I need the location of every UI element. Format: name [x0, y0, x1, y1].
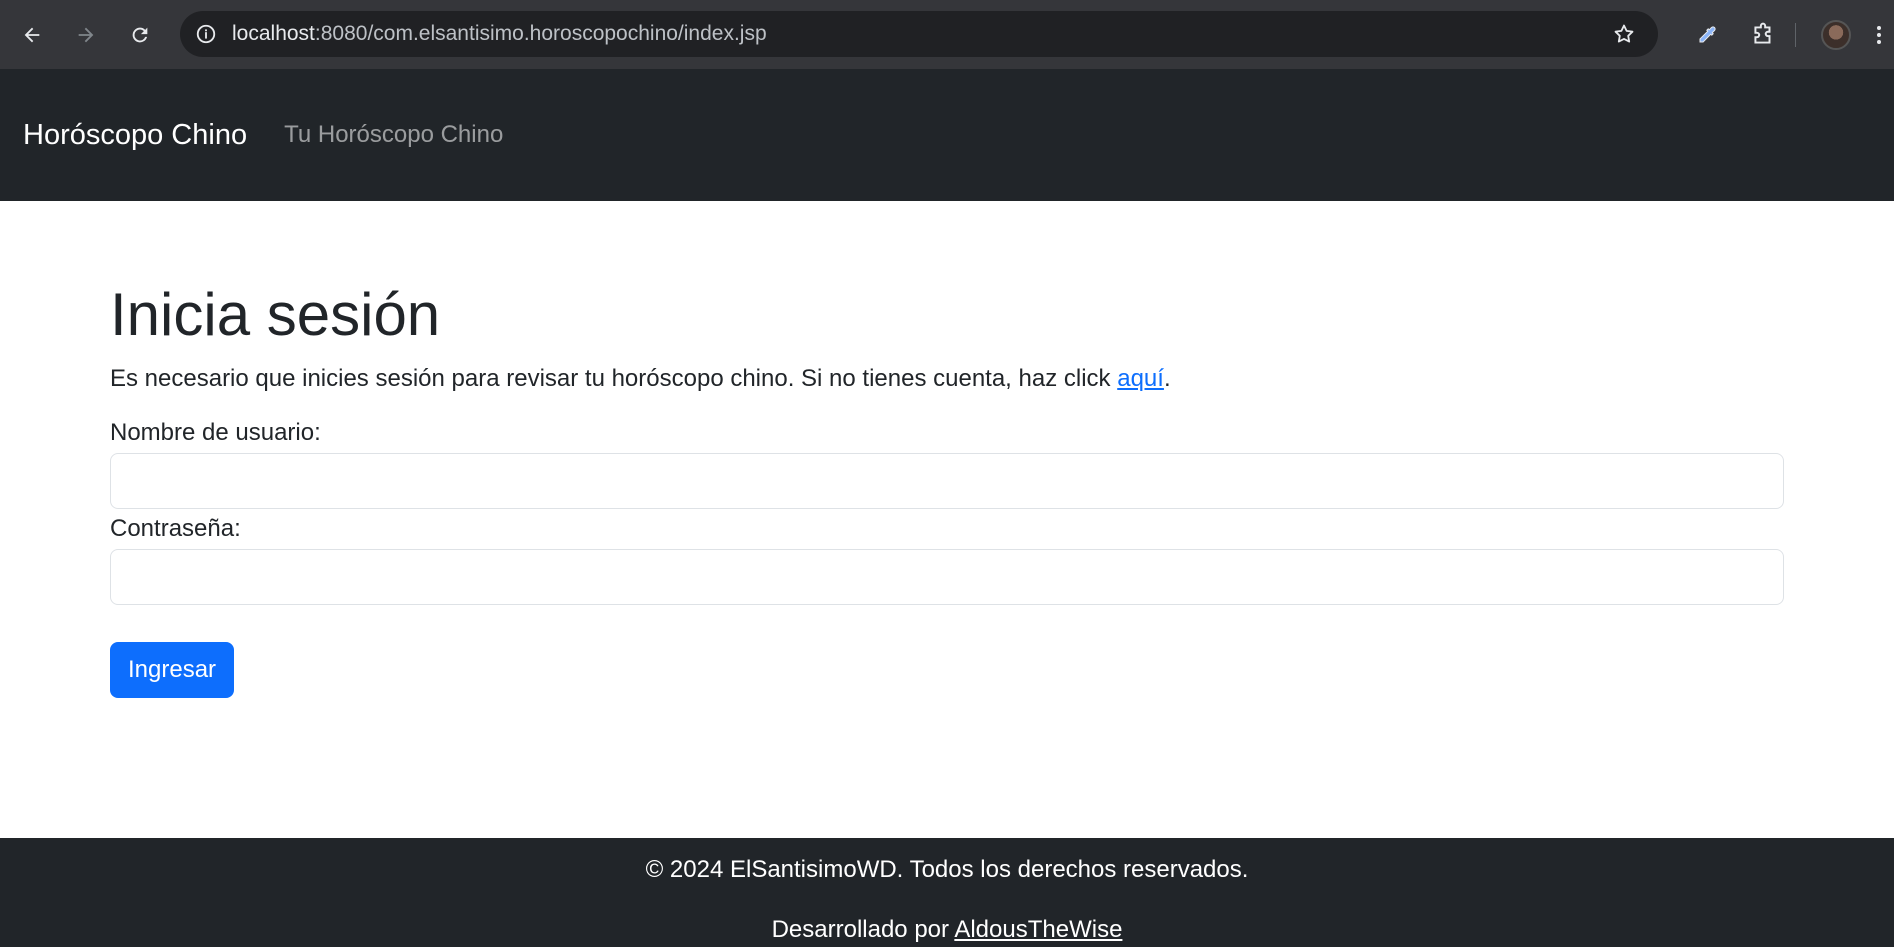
toolbar-actions [1685, 0, 1894, 69]
footer-credit: Desarrollado por AldousTheWise [0, 914, 1894, 946]
browser-toolbar: localhost:8080/com.elsantisimo.horoscopo… [0, 0, 1894, 69]
footer-copyright: © 2024 ElSantisimoWD. Todos los derechos… [645, 856, 1249, 883]
eyedropper-icon [1699, 25, 1716, 42]
url-host: localhost [232, 22, 315, 45]
login-section: Inicia sesión Es necesario que inicies s… [110, 201, 1784, 698]
profile-avatar [1821, 19, 1851, 50]
lead-end: . [1163, 365, 1171, 392]
site-info-icon[interactable] [194, 22, 218, 46]
lead-text: Es necesario que inicies sesión para rev… [110, 365, 1118, 392]
forward-arrow-icon [78, 27, 94, 42]
kebab-menu-icon [1877, 25, 1881, 44]
back-button[interactable] [12, 15, 52, 55]
eyedropper-button[interactable] [1685, 13, 1729, 57]
reload-icon [132, 27, 148, 42]
password-input[interactable] [110, 549, 1784, 605]
forward-button[interactable] [66, 15, 106, 55]
menu-button[interactable] [1864, 13, 1894, 57]
profile-button[interactable] [1814, 13, 1858, 57]
extensions-puzzle-icon [1754, 22, 1771, 44]
toolbar-separator [1795, 22, 1796, 47]
reload-button[interactable] [120, 15, 160, 55]
login-description: Es necesario que inicies sesión para rev… [110, 361, 1784, 397]
navbar-brand[interactable]: Horóscopo Chino [23, 119, 247, 152]
submit-button[interactable]: Ingresar [110, 642, 235, 698]
address-bar[interactable]: localhost:8080/com.elsantisimo.horoscopo… [180, 11, 1658, 57]
register-link[interactable]: aquí [1117, 365, 1164, 392]
url-path: :8080/com.elsantisimo.horoscopochino/ind… [314, 22, 767, 45]
site-footer: © 2024 ElSantisimoWD. Todos los derechos… [0, 838, 1894, 947]
site-navbar: Horóscopo Chino Tu Horóscopo Chino [0, 69, 1894, 201]
page-title: Inicia sesión [110, 281, 441, 348]
extensions-button[interactable] [1741, 13, 1785, 57]
developer-link[interactable]: AldousTheWise [954, 916, 1122, 943]
login-form: Nombre de usuario: Contraseña: Ingresar [110, 417, 1784, 698]
username-input[interactable] [110, 453, 1784, 509]
username-label: Nombre de usuario: [110, 419, 321, 446]
bookmark-star-icon[interactable] [1612, 22, 1636, 46]
footer-credit-prefix: Desarrollado por [771, 916, 955, 943]
password-label: Contraseña: [110, 515, 241, 542]
back-arrow-icon [24, 27, 40, 42]
url-text: localhost:8080/com.elsantisimo.horoscopo… [232, 22, 767, 46]
nav-link-horoscope[interactable]: Tu Horóscopo Chino [284, 121, 503, 149]
